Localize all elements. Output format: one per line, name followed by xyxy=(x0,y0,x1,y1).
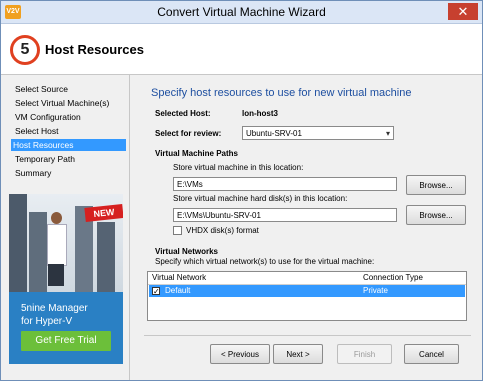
network-checkbox[interactable]: ✓ xyxy=(152,287,160,296)
vhdx-format-label: VHDX disk(s) format xyxy=(186,226,259,235)
wizard-header: 5 Host Resources xyxy=(1,24,482,75)
sidebar-item-temporary-path[interactable]: Temporary Path xyxy=(13,153,128,165)
get-free-trial-button[interactable]: Get Free Trial xyxy=(21,331,111,351)
promo-person-image xyxy=(45,212,67,286)
select-review-dropdown[interactable]: Ubuntu-SRV-01 ▾ xyxy=(242,126,394,140)
browse-vm-path-button[interactable]: Browse... xyxy=(406,175,466,195)
promo-title: 5nine Manager for Hyper-V xyxy=(21,302,88,328)
select-review-value: Ubuntu-SRV-01 xyxy=(246,129,302,138)
sidebar-item-select-vm[interactable]: Select Virtual Machine(s) xyxy=(13,97,128,109)
sidebar-item-select-host[interactable]: Select Host xyxy=(13,125,128,137)
column-connection-type[interactable]: Connection Type xyxy=(363,272,423,284)
network-name-cell: Default xyxy=(165,286,191,295)
column-virtual-network[interactable]: Virtual Network xyxy=(152,272,206,284)
store-disk-path-input[interactable]: E:\VMs\Ubuntu-SRV-01 xyxy=(173,208,397,222)
promo-line-2: for Hyper-V xyxy=(21,316,73,327)
virtual-networks-table: Virtual Network Connection Type ✓ Defaul… xyxy=(147,271,467,321)
browse-disk-path-button[interactable]: Browse... xyxy=(406,205,466,225)
page-heading: Specify host resources to use for new vi… xyxy=(151,87,412,99)
virtual-networks-heading: Virtual Networks xyxy=(155,247,218,256)
step-number-icon: 5 xyxy=(10,35,40,65)
store-disk-label: Store virtual machine hard disk(s) in th… xyxy=(173,194,348,203)
table-row[interactable]: ✓ Default Private xyxy=(149,285,465,297)
table-header: Virtual Network Connection Type xyxy=(148,272,466,285)
promo-line-1: 5nine Manager xyxy=(21,303,88,314)
store-vm-label: Store virtual machine in this location: xyxy=(173,163,304,172)
sidebar-item-host-resources[interactable]: Host Resources xyxy=(11,139,126,151)
sidebar-item-vm-configuration[interactable]: VM Configuration xyxy=(13,111,128,123)
close-button[interactable]: ✕ xyxy=(448,3,478,20)
selected-host-label: Selected Host: xyxy=(155,109,211,118)
title-bar: V2V Convert Virtual Machine Wizard ✕ xyxy=(1,1,482,24)
select-review-label: Select for review: xyxy=(155,129,222,138)
promo-banner[interactable]: NEW 5nine Manager for Hyper-V Get Free T… xyxy=(9,194,123,364)
vm-paths-heading: Virtual Machine Paths xyxy=(155,149,238,158)
store-vm-path-input[interactable]: E:\VMs xyxy=(173,177,397,191)
footer-divider xyxy=(144,335,471,336)
virtual-networks-subtitle: Specify which virtual network(s) to use … xyxy=(155,257,375,266)
finish-button[interactable]: Finish xyxy=(337,344,392,364)
vhdx-format-checkbox[interactable] xyxy=(173,226,182,235)
step-title: Host Resources xyxy=(45,42,144,57)
window-title: Convert Virtual Machine Wizard xyxy=(157,5,326,19)
previous-button[interactable]: < Previous xyxy=(210,344,270,364)
next-button[interactable]: Next > xyxy=(273,344,323,364)
sidebar-item-summary[interactable]: Summary xyxy=(13,167,128,179)
selected-host-value: lon-host3 xyxy=(242,109,278,118)
wizard-window: V2V Convert Virtual Machine Wizard ✕ 5 H… xyxy=(0,0,483,381)
sidebar-item-select-source[interactable]: Select Source xyxy=(13,83,128,95)
cancel-button[interactable]: Cancel xyxy=(404,344,459,364)
connection-type-cell: Private xyxy=(363,286,388,295)
chevron-down-icon: ▾ xyxy=(385,129,390,138)
